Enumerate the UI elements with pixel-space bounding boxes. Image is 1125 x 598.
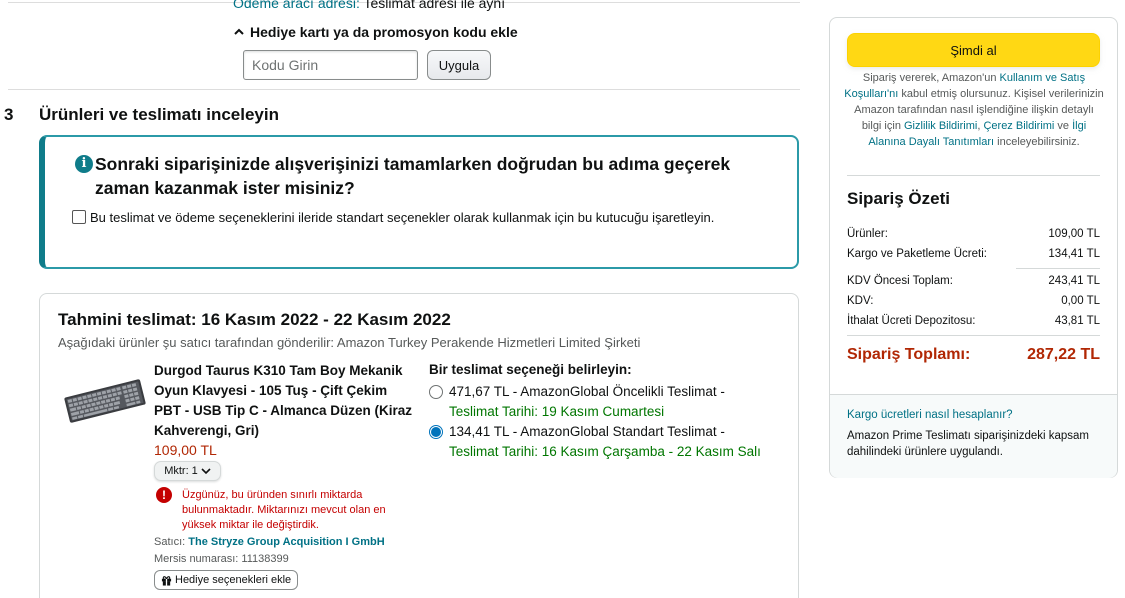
summary-row-vat: KDV: 0,00 TL — [847, 295, 1100, 307]
payment-address: Ödeme aracı adresi: Teslimat adresi ile … — [233, 0, 505, 11]
estimated-delivery: Tahmini teslimat: 16 Kasım 2022 - 22 Kas… — [58, 310, 451, 329]
radio-standard[interactable] — [429, 425, 443, 439]
shipped-by-text: Aşağıdaki ürünler şu satıcı tarafından g… — [58, 335, 641, 350]
summary-label: KDV Öncesi Toplam: — [847, 275, 953, 287]
terms-text-part: inceleyebilirsiniz. — [994, 136, 1080, 148]
gift-icon — [161, 575, 172, 586]
summary-label: İthalat Ücreti Depozitosu: — [847, 315, 976, 327]
cookie-notice-link[interactable]: Çerez Bildirimi — [983, 120, 1054, 132]
order-total-value: 287,22 TL — [1027, 346, 1100, 363]
summary-value: 109,00 TL — [1048, 228, 1100, 240]
divider — [8, 89, 800, 90]
shipping-option-priority[interactable]: 471,67 TL - AmazonGlobal Öncelikli Tesli… — [429, 382, 789, 422]
shipping-option-date: Teslimat Tarihi: 19 Kasım Cumartesi — [449, 404, 665, 419]
product-image[interactable] — [62, 376, 148, 426]
step-title: Ürünleri ve teslimatı inceleyin — [39, 105, 279, 124]
terms-text: Sipariş vererek, Amazon'un Kullanım ve S… — [844, 70, 1104, 150]
apply-button[interactable]: Uygula — [427, 50, 491, 80]
mersis-number: Mersis numarası: 11138399 — [154, 553, 289, 565]
payment-address-value: Teslimat adresi ile aynı — [363, 0, 506, 11]
summary-row-pre-tax: KDV Öncesi Toplam: 243,41 TL — [847, 275, 1100, 287]
seller-info: Satıcı: The Stryze Group Acquisition I G… — [154, 536, 385, 548]
terms-text-part: Sipariş vererek, Amazon'un — [862, 72, 1000, 84]
order-total: Sipariş Toplamı: 287,22 TL — [847, 346, 1100, 364]
gift-options-button[interactable]: Hediye seçenekleri ekle — [154, 570, 299, 590]
chevron-down-icon — [201, 468, 211, 475]
order-summary-title: Sipariş Özeti — [847, 189, 950, 208]
buy-now-button[interactable]: Şimdi al — [847, 33, 1100, 67]
summary-label: KDV: — [847, 295, 874, 307]
payment-address-label: Ödeme aracı adresi: — [233, 0, 360, 11]
info-icon: i — [75, 155, 93, 173]
summary-label: Ürünler: — [847, 228, 888, 240]
error-icon: ! — [156, 487, 172, 503]
product-price: 109,00 TL — [154, 442, 217, 458]
save-defaults-checkbox-label[interactable]: Bu teslimat ve ödeme seçeneklerini ileri… — [90, 207, 730, 228]
promo-toggle[interactable]: Hediye kartı ya da promosyon kodu ekle — [233, 24, 518, 40]
shipping-option-label: 471,67 TL - AmazonGlobal Öncelikli Tesli… — [449, 384, 725, 399]
shipping-option-standard[interactable]: 134,41 TL - AmazonGlobal Standart Teslim… — [429, 422, 789, 462]
prime-note: Amazon Prime Teslimatı siparişinizdeki k… — [847, 430, 1090, 458]
order-summary-card: Şimdi al Sipariş vererek, Amazon'un Kull… — [829, 17, 1118, 478]
shipping-option-label: 134,41 TL - AmazonGlobal Standart Teslim… — [449, 424, 725, 439]
radio-priority[interactable] — [429, 385, 443, 399]
order-total-label: Sipariş Toplamı: — [847, 346, 971, 363]
summary-row-items: Ürünler: 109,00 TL — [847, 228, 1100, 240]
save-defaults-info-box: i Sonraki siparişinizde alışverişinizi t… — [39, 135, 799, 269]
quantity-error-message: Üzgünüz, bu üründen sınırlı miktarda bul… — [182, 489, 386, 531]
product-title[interactable]: Durgod Taurus K310 Tam Boy Mekanik Oyun … — [154, 361, 416, 441]
summary-row-import-deposit: İthalat Ücreti Depozitosu: 43,81 TL — [847, 315, 1100, 327]
promo-code-input[interactable] — [243, 50, 418, 80]
shipping-option-date: Teslimat Tarihi: 16 Kasım Çarşamba - 22 … — [449, 444, 761, 459]
info-heading: Sonraki siparişinizde alışverişinizi tam… — [95, 154, 731, 198]
seller-label: Satıcı: — [154, 536, 186, 548]
quantity-dropdown[interactable]: Mktr: 1 — [154, 461, 221, 481]
step-number: 3 — [4, 105, 14, 124]
summary-row-shipping: Kargo ve Paketleme Ücreti: 134,41 TL — [847, 248, 1100, 260]
summary-value: 43,81 TL — [1054, 315, 1100, 327]
privacy-notice-link[interactable]: Gizlilik Bildirimi — [904, 120, 977, 132]
promo-toggle-label: Hediye kartı ya da promosyon kodu ekle — [250, 24, 518, 40]
divider — [1016, 268, 1100, 269]
shipping-calc-link[interactable]: Kargo ücretleri nasıl hesaplanır? — [847, 409, 1013, 421]
summary-label: Kargo ve Paketleme Ücreti: — [847, 248, 987, 260]
terms-text-part: ve — [1054, 120, 1073, 132]
summary-value: 243,41 TL — [1048, 275, 1100, 287]
delivery-card: Tahmini teslimat: 16 Kasım 2022 - 22 Kas… — [39, 293, 799, 598]
seller-link[interactable]: The Stryze Group Acquisition I GmbH — [188, 536, 384, 548]
gift-options-label: Hediye seçenekleri ekle — [175, 574, 292, 586]
shipping-options-heading: Bir teslimat seçeneği belirleyin: — [429, 362, 632, 377]
checkout-main: Ödeme aracı adresi: Teslimat adresi ile … — [0, 0, 812, 598]
divider — [847, 335, 1100, 336]
divider — [847, 175, 1100, 176]
quantity-label: Mktr: 1 — [164, 465, 198, 477]
summary-value: 0,00 TL — [1061, 295, 1100, 307]
summary-value: 134,41 TL — [1048, 248, 1100, 260]
save-defaults-checkbox[interactable] — [72, 210, 86, 224]
chevron-up-icon — [234, 28, 244, 35]
